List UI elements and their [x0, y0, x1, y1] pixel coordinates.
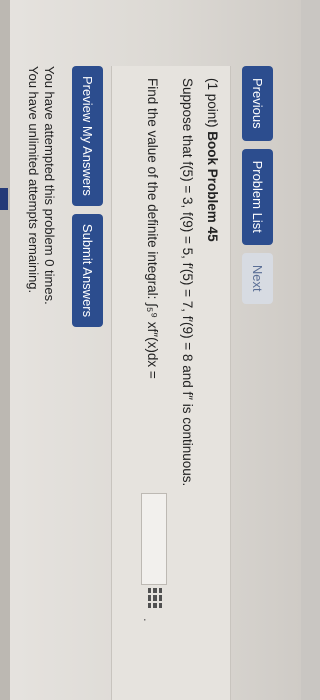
problem-question: Find the value of the definite integral:… [145, 78, 160, 379]
problem-header: (1 point) Book Problem 45 [205, 78, 220, 242]
problem-nav: Previous Problem List Next [242, 66, 273, 304]
attempt-count-text: You have attempted this problem 0 times. [42, 66, 57, 305]
problem-box: (1 point) Book Problem 45 Suppose that f… [111, 66, 231, 700]
problem-list-button[interactable]: Problem List [242, 148, 273, 245]
trailing-dot: . [141, 618, 156, 622]
answer-actions: Preview My Answers Submit Answers [72, 66, 103, 328]
preview-answers-button[interactable]: Preview My Answers [72, 66, 103, 206]
problem-given: Suppose that f(5) = 3, f(9) = 5, f′(5) =… [180, 78, 195, 487]
equation-editor-icon[interactable] [148, 588, 162, 608]
problem-points: (1 point) [205, 78, 220, 128]
attempts-remaining-text: You have unlimited attempts remaining. [26, 66, 41, 294]
page: Previous Problem List Next (1 point) Boo… [0, 0, 301, 700]
submit-answers-button[interactable]: Submit Answers [72, 213, 103, 328]
next-button[interactable]: Next [242, 252, 273, 304]
answer-input[interactable] [141, 493, 167, 585]
problem-title: Book Problem 45 [205, 131, 220, 242]
previous-button[interactable]: Previous [242, 66, 273, 141]
rotated-content: Previous Problem List Next (1 point) Boo… [0, 0, 301, 700]
attempt-status: You have attempted this problem 0 times.… [25, 66, 57, 305]
